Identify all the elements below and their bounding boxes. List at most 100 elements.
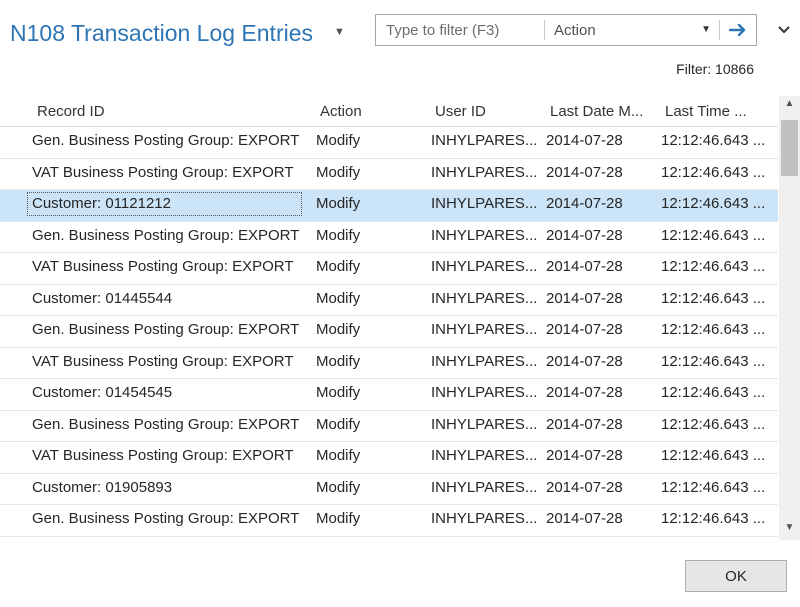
cell-last-date: 2014-07-28 <box>546 321 623 338</box>
cell-record-id: Gen. Business Posting Group: EXPORT <box>32 321 300 338</box>
cell-last-date: 2014-07-28 <box>546 226 623 244</box>
column-header-user-id[interactable]: User ID <box>435 103 486 120</box>
cell-last-time: 12:12:46.643 ... <box>661 258 766 275</box>
cell-user-id: INHYLPARES... <box>431 321 538 338</box>
cell-action: Modify <box>316 289 361 307</box>
column-header-last-time[interactable]: Last Time ... <box>665 103 747 120</box>
cell-last-time: 12:12:46.643 ... <box>661 510 766 527</box>
cell-action: Modify <box>316 258 361 275</box>
table-row[interactable]: Gen. Business Posting Group: EXPORT Modif… <box>0 505 778 537</box>
table-row[interactable]: Customer: 01445544 Modify INHYLPARES... 201… <box>0 285 778 316</box>
table-row[interactable]: Gen. Business Posting Group: EXPORT Modif… <box>0 127 778 159</box>
cell-last-time: 12:12:46.643 ... <box>661 195 766 212</box>
cell-record-id: Customer: 01445544 <box>32 289 173 307</box>
scrollbar-thumb[interactable] <box>781 120 798 176</box>
cell-last-time: 12:12:46.643 ... <box>661 352 766 370</box>
cell-action: Modify <box>316 415 361 433</box>
cell-last-date: 2014-07-28 <box>546 384 623 401</box>
cell-last-date: 2014-07-28 <box>546 447 623 464</box>
cell-last-date: 2014-07-28 <box>546 478 623 496</box>
table-row[interactable]: Gen. Business Posting Group: EXPORT Modif… <box>0 222 778 253</box>
chevron-down-icon[interactable] <box>774 20 794 40</box>
cell-user-id: INHYLPARES... <box>431 384 538 401</box>
cell-last-date: 2014-07-28 <box>546 258 623 275</box>
triangle-up-icon[interactable]: ▲ <box>779 98 800 114</box>
cell-user-id: INHYLPARES... <box>431 163 538 181</box>
arrow-right-icon[interactable] <box>720 15 756 45</box>
cell-last-date: 2014-07-28 <box>546 415 623 433</box>
cell-last-time: 12:12:46.643 ... <box>661 321 766 338</box>
cell-record-id: Gen. Business Posting Group: EXPORT <box>32 132 300 149</box>
cell-record-id: Gen. Business Posting Group: EXPORT <box>32 510 300 527</box>
cell-last-time: 12:12:46.643 ... <box>661 384 766 401</box>
table-row[interactable]: Customer: 01905893 Modify INHYLPARES... 201… <box>0 474 778 505</box>
cell-record-id: VAT Business Posting Group: EXPORT <box>32 352 294 370</box>
caret-down-icon[interactable]: ▼ <box>334 26 345 38</box>
ok-button[interactable]: OK <box>685 560 787 592</box>
cell-last-date: 2014-07-28 <box>546 289 623 307</box>
table-header: Record ID Action User ID Last Date M... … <box>0 96 778 127</box>
cell-last-date: 2014-07-28 <box>546 132 623 149</box>
cell-last-time: 12:12:46.643 ... <box>661 163 766 181</box>
cell-action: Modify <box>316 447 361 464</box>
cell-user-id: INHYLPARES... <box>431 510 538 527</box>
filter-field-select[interactable]: Action ▼ <box>545 15 719 45</box>
cell-action: Modify <box>316 163 361 181</box>
table-row[interactable]: VAT Business Posting Group: EXPORT Modify… <box>0 159 778 190</box>
table-row[interactable]: VAT Business Posting Group: EXPORTModify… <box>0 537 778 541</box>
cell-last-date: 2014-07-28 <box>546 195 623 212</box>
cell-user-id: INHYLPARES... <box>431 289 538 307</box>
column-header-action[interactable]: Action <box>320 103 362 120</box>
table-body: Gen. Business Posting Group: EXPORT Modif… <box>0 127 778 540</box>
cell-user-id: INHYLPARES... <box>431 478 538 496</box>
cell-last-time: 12:12:46.643 ... <box>661 289 766 307</box>
caret-down-icon[interactable]: ▼ <box>701 24 711 35</box>
cell-user-id: INHYLPARES... <box>431 415 538 433</box>
cell-record-id: VAT Business Posting Group: EXPORT <box>32 258 294 275</box>
cell-action: Modify <box>316 352 361 370</box>
vertical-scrollbar[interactable]: ▲ ▼ <box>779 96 800 540</box>
cell-last-time: 12:12:46.643 ... <box>661 447 766 464</box>
cell-user-id: INHYLPARES... <box>431 195 538 212</box>
cell-record-id: Customer: 01121212 <box>27 192 302 216</box>
table-row[interactable]: Gen. Business Posting Group: EXPORT Modif… <box>0 316 778 348</box>
arrow-right-icon-graphic <box>729 23 746 37</box>
table-row[interactable]: Gen. Business Posting Group: EXPORT Modif… <box>0 411 778 442</box>
cell-record-id: Gen. Business Posting Group: EXPORT <box>32 415 300 433</box>
cell-last-time: 12:12:46.643 ... <box>661 415 766 433</box>
filter-count: Filter: 10866 <box>676 61 754 77</box>
cell-record-id: Customer: 01454545 <box>32 384 173 401</box>
cell-last-time: 12:12:46.643 ... <box>661 478 766 496</box>
cell-action: Modify <box>316 195 361 212</box>
cell-user-id: INHYLPARES... <box>431 258 538 275</box>
cell-user-id: INHYLPARES... <box>431 447 538 464</box>
column-header-record-id[interactable]: Record ID <box>37 103 105 120</box>
cell-last-time: 12:12:46.643 ... <box>661 226 766 244</box>
chevron-down-icon-graphic <box>778 26 790 34</box>
cell-action: Modify <box>316 226 361 244</box>
cell-record-id: VAT Business Posting Group: EXPORT <box>32 447 294 464</box>
table-row[interactable]: VAT Business Posting Group: EXPORT Modify… <box>0 442 778 474</box>
filter-bar: Action ▼ <box>375 14 757 46</box>
page-title: N108 Transaction Log Entries <box>10 20 314 46</box>
cell-record-id: Customer: 01905893 <box>32 478 173 496</box>
cell-action: Modify <box>316 478 361 496</box>
cell-user-id: INHYLPARES... <box>431 132 538 149</box>
cell-last-time: 12:12:46.643 ... <box>661 132 766 149</box>
filter-field-value: Action <box>554 21 596 39</box>
cell-action: Modify <box>316 384 361 401</box>
table-row[interactable]: VAT Business Posting Group: EXPORT Modify… <box>0 348 778 379</box>
cell-record-id: Gen. Business Posting Group: EXPORT <box>32 226 300 244</box>
triangle-down-icon[interactable]: ▼ <box>779 522 800 538</box>
cell-user-id: INHYLPARES... <box>431 226 538 244</box>
cell-action: Modify <box>316 510 361 527</box>
table-row[interactable]: Customer: 01454545 Modify INHYLPARES... 201… <box>0 379 778 411</box>
table-row[interactable]: Customer: 01121212 Modify INHYLPARES... 201… <box>0 190 778 222</box>
table-row[interactable]: VAT Business Posting Group: EXPORT Modify… <box>0 253 778 285</box>
column-header-last-date[interactable]: Last Date M... <box>550 103 643 120</box>
cell-user-id: INHYLPARES... <box>431 352 538 370</box>
cell-record-id: VAT Business Posting Group: EXPORT <box>32 163 294 181</box>
cell-last-date: 2014-07-28 <box>546 163 623 181</box>
filter-input[interactable] <box>376 15 544 45</box>
transaction-log-grid: Record ID Action User ID Last Date M... … <box>0 96 800 540</box>
